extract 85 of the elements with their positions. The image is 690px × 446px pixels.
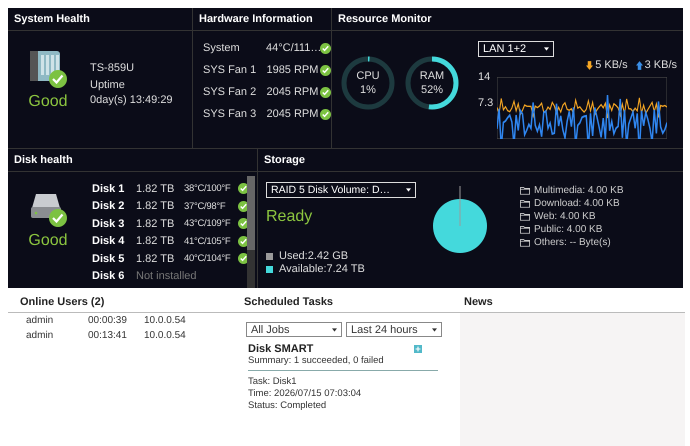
pie-chart-drawing bbox=[430, 184, 490, 254]
uptime-label: Uptime bbox=[90, 78, 126, 93]
sensor-name: SYS Fan 3 bbox=[203, 108, 258, 120]
caret-icon bbox=[406, 188, 411, 192]
session-time: 00:00:39 bbox=[88, 315, 128, 326]
download-rate: 5 KB/s bbox=[595, 59, 628, 71]
disk-name: Disk 6 bbox=[92, 270, 126, 282]
interface-dropdown[interactable]: LAN 1+2 bbox=[478, 41, 554, 57]
panel-title: Hardware Information bbox=[193, 8, 331, 31]
axis-label: 14 bbox=[478, 71, 492, 83]
expand-icon[interactable] bbox=[414, 345, 422, 353]
uptime-value: 0day(s) 13:49:29 bbox=[90, 93, 173, 108]
sensor-name: SYS Fan 1 bbox=[203, 64, 258, 76]
legend-label: Used:2.42 GB bbox=[279, 250, 348, 263]
gauge-name: RAM bbox=[420, 69, 444, 83]
filter-dropdown[interactable]: All Jobs bbox=[246, 322, 342, 337]
disk-name: Disk 3 bbox=[92, 218, 126, 230]
folder-icon bbox=[520, 238, 530, 247]
disk-name: Disk 4 bbox=[92, 235, 126, 248]
nas-device-icon bbox=[28, 49, 68, 89]
folder-usage: Web: 4.00 KB bbox=[534, 210, 596, 223]
gauge-reading: 1% bbox=[360, 83, 376, 97]
folder-usage: Download: 4.00 KB bbox=[534, 197, 620, 210]
sensor-value: 2045 RPM bbox=[266, 108, 320, 120]
axis-label: 7.3 bbox=[478, 97, 494, 109]
task-detail: Status: Completed bbox=[248, 400, 328, 412]
panel-title: Scheduled Tasks bbox=[240, 296, 460, 313]
caret-icon bbox=[432, 328, 437, 332]
ip-address: 10.0.0.54 bbox=[144, 330, 186, 341]
folder-usage: Others: -- Byte(s) bbox=[534, 236, 611, 249]
caret-icon bbox=[544, 47, 549, 51]
disk-temperature: 40°C/104°F bbox=[184, 253, 232, 264]
usage-ring bbox=[404, 55, 460, 111]
panel-title: Disk health bbox=[8, 149, 257, 172]
sensor-name: System bbox=[203, 42, 241, 54]
disk-temperature: 38°C/100°F bbox=[184, 183, 232, 194]
folder-icon bbox=[520, 212, 530, 221]
gauge-reading: 52% bbox=[420, 83, 444, 97]
ip-address: 10.0.0.54 bbox=[144, 315, 186, 326]
caret-icon bbox=[332, 328, 337, 332]
user-name: admin bbox=[26, 315, 54, 326]
sensor-value: 1985 RPM bbox=[266, 64, 320, 76]
folder-icon bbox=[520, 186, 530, 195]
task-name: Disk SMART bbox=[248, 343, 314, 355]
disk-size: 1.82 TB bbox=[136, 235, 176, 248]
volume-dropdown[interactable]: RAID 5 Disk Volume: D… bbox=[266, 182, 416, 198]
folder-icon bbox=[520, 225, 530, 234]
usage-ring bbox=[340, 55, 396, 111]
sensor-value: 44°C/111… bbox=[266, 42, 320, 54]
scrollbar[interactable] bbox=[247, 176, 255, 288]
task-detail: Time: 2026/07/15 07:03:04 bbox=[248, 388, 362, 400]
user-name: admin bbox=[26, 330, 54, 341]
folder-usage: Multimedia: 4.00 KB bbox=[534, 184, 624, 197]
disk-temperature: 37°C/98°F bbox=[184, 200, 226, 212]
legend-label: Available:7.24 TB bbox=[279, 263, 365, 276]
volume-status: Ready bbox=[266, 208, 314, 226]
folder-usage: Public: 4.00 KB bbox=[534, 223, 602, 236]
panel-title: Storage bbox=[258, 149, 683, 172]
disk-name: Disk 1 bbox=[92, 182, 126, 195]
panel-title: Online Users (2) bbox=[8, 296, 240, 313]
disk-size: 1.82 TB bbox=[136, 218, 176, 230]
folder-icon bbox=[520, 199, 530, 208]
disk-size: 1.82 TB bbox=[136, 182, 176, 195]
task-summary: Summary: 1 succeeded, 0 failed bbox=[248, 355, 385, 366]
panel-title: System Health bbox=[8, 8, 192, 31]
disk-size: 1.82 TB bbox=[136, 200, 176, 212]
gauge-name: CPU bbox=[356, 69, 380, 83]
task-detail: Task: Disk1 bbox=[248, 376, 298, 388]
upload-rate: 3 KB/s bbox=[644, 59, 677, 71]
session-time: 00:13:41 bbox=[88, 330, 128, 341]
disk-name: Disk 2 bbox=[92, 200, 126, 212]
health-status: Good bbox=[28, 93, 68, 111]
model-name: TS-859U bbox=[90, 61, 136, 76]
upload-arrow-icon bbox=[636, 60, 643, 70]
health-status: Good bbox=[28, 232, 68, 250]
panel-title: Resource Monitor bbox=[332, 8, 683, 31]
disk-temperature: 41°C/105°F bbox=[184, 236, 232, 247]
disk-size: Not installed bbox=[136, 270, 197, 282]
sensor-name: SYS Fan 2 bbox=[203, 86, 258, 98]
disk-name: Disk 5 bbox=[92, 252, 126, 265]
disk-size: 1.82 TB bbox=[136, 252, 176, 265]
download-arrow-icon bbox=[586, 60, 594, 70]
disk-temperature: 43°C/109°F bbox=[184, 218, 232, 230]
filter-dropdown[interactable]: Last 24 hours bbox=[346, 322, 442, 337]
sensor-value: 2045 RPM bbox=[266, 86, 320, 98]
